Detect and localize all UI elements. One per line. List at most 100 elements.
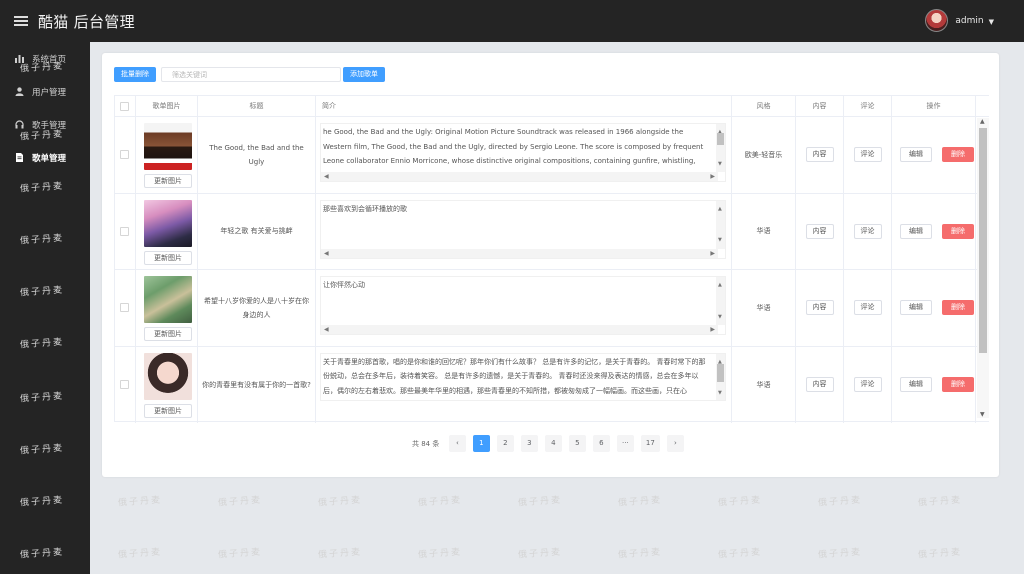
row-checkbox[interactable] bbox=[120, 226, 129, 236]
edit-button[interactable]: 编辑 bbox=[900, 147, 932, 162]
edit-button[interactable]: 编辑 bbox=[900, 223, 932, 239]
intro-horizontal-scrollbar[interactable]: ◀ ▶ bbox=[321, 325, 718, 334]
update-image-button[interactable]: 更新图片 bbox=[144, 327, 192, 341]
intro-vertical-scrollbar[interactable]: ▲ ▼ bbox=[716, 277, 725, 325]
page-button[interactable]: 5 bbox=[568, 435, 586, 452]
update-image-button[interactable]: 更新图片 bbox=[144, 250, 192, 265]
batch-delete-button[interactable]: 批量删除 bbox=[114, 67, 156, 82]
content-button[interactable]: 内容 bbox=[805, 147, 834, 162]
sidebar: 系统首页 用户管理 歌手管理 歌单管理 bbox=[0, 42, 90, 574]
playlist-title: 年轻之歌 有关爱与挑衅 bbox=[220, 227, 293, 236]
intro-horizontal-scrollbar[interactable]: ◀ ▶ bbox=[321, 248, 718, 258]
username[interactable]: admin bbox=[955, 16, 983, 26]
intro-vertical-scrollbar[interactable]: ▲ ▼ bbox=[716, 124, 725, 172]
intro-cell: 那些喜欢到会循环播放的歌 ▲ ▼ ◀ ▶ bbox=[316, 193, 732, 269]
edit-button[interactable]: 编辑 bbox=[900, 376, 932, 392]
comment-button[interactable]: 评论 bbox=[853, 300, 882, 315]
edit-button[interactable]: 编辑 bbox=[900, 300, 932, 315]
sidebar-item-users[interactable]: 用户管理 bbox=[0, 75, 90, 108]
comment-button[interactable]: 评论 bbox=[853, 147, 882, 162]
scrollbar-thumb[interactable] bbox=[979, 128, 987, 353]
scroll-up-icon[interactable]: ▲ bbox=[980, 118, 985, 125]
intro-vertical-scrollbar[interactable]: ▲ ▼ bbox=[716, 353, 725, 400]
scroll-down-icon[interactable]: ▼ bbox=[980, 411, 985, 418]
intro-vertical-scrollbar[interactable]: ▲ ▼ bbox=[716, 200, 725, 249]
intro-textarea[interactable]: 那些喜欢到会循环播放的歌 ▲ ▼ ◀ ▶ bbox=[320, 199, 726, 259]
playlist-cover-image bbox=[144, 276, 192, 323]
comment-cell: 评论 bbox=[844, 346, 892, 423]
intro-textarea[interactable]: 关于青春里的那首歌，唱的是你和谁的回忆呢？那年你们有什么故事？ 总是有许多的记忆… bbox=[320, 352, 726, 401]
comment-button[interactable]: 评论 bbox=[853, 223, 882, 239]
intro-text: 那些喜欢到会循环播放的歌 bbox=[323, 204, 407, 213]
intro-cell: 让你怦然心动 ▲ ▼ ◀ ▶ bbox=[316, 270, 732, 346]
page-button[interactable]: 6 bbox=[592, 435, 610, 452]
row-checkbox[interactable] bbox=[120, 150, 129, 159]
row-checkbox[interactable] bbox=[120, 379, 129, 389]
user-menu[interactable]: admin ▼ bbox=[925, 9, 994, 32]
image-cell: 更新图片 bbox=[136, 346, 198, 423]
add-playlist-button[interactable]: 添加歌单 bbox=[343, 67, 385, 82]
title-cell: 年轻之歌 有关爱与挑衅 bbox=[198, 193, 316, 269]
header-gutter bbox=[976, 96, 989, 117]
sidebar-item-dashboard[interactable]: 系统首页 bbox=[0, 42, 90, 75]
playlist-title: 你的青春里有没有属于你的一首歌? bbox=[202, 380, 311, 389]
header-intro: 简介 bbox=[316, 96, 732, 117]
next-page-button[interactable]: › bbox=[666, 435, 684, 452]
caret-down-icon[interactable]: ▼ bbox=[989, 18, 994, 26]
playlist-cover-image bbox=[144, 123, 192, 170]
header-select-all[interactable] bbox=[115, 96, 136, 117]
user-icon bbox=[15, 87, 24, 96]
content-button[interactable]: 内容 bbox=[805, 376, 834, 392]
image-cell: 更新图片 bbox=[136, 270, 198, 346]
prev-page-button[interactable]: ‹ bbox=[448, 435, 466, 452]
title-cell: 希望十八岁你爱的人是八十岁在你身边的人 bbox=[198, 270, 316, 346]
content-cell: 内容 bbox=[796, 270, 844, 346]
page-button[interactable]: 2 bbox=[496, 435, 514, 452]
content-button[interactable]: 内容 bbox=[805, 223, 834, 239]
sidebar-item-label: 歌手管理 bbox=[32, 120, 67, 131]
update-image-button[interactable]: 更新图片 bbox=[144, 174, 192, 188]
style-cell: 华语 bbox=[732, 193, 796, 269]
playlist-cover-image bbox=[144, 199, 192, 247]
delete-button[interactable]: 删除 bbox=[942, 376, 974, 392]
search-input[interactable] bbox=[161, 67, 341, 82]
table-vertical-scrollbar[interactable]: ▲ ▼ bbox=[977, 118, 989, 418]
header-content: 内容 bbox=[796, 96, 844, 117]
update-image-button[interactable]: 更新图片 bbox=[144, 403, 192, 418]
delete-button[interactable]: 删除 bbox=[942, 223, 974, 239]
page-button[interactable]: 3 bbox=[520, 435, 538, 452]
header-image: 歌单图片 bbox=[136, 96, 198, 117]
content-button[interactable]: 内容 bbox=[805, 300, 834, 315]
select-all-checkbox[interactable] bbox=[120, 102, 129, 111]
delete-button[interactable]: 删除 bbox=[942, 147, 974, 162]
intro-textarea[interactable]: 让你怦然心动 ▲ ▼ ◀ ▶ bbox=[320, 276, 726, 335]
document-icon bbox=[15, 153, 24, 162]
page-button[interactable]: 17 bbox=[640, 435, 660, 452]
delete-button[interactable]: 删除 bbox=[942, 300, 974, 315]
sidebar-item-label: 歌单管理 bbox=[32, 153, 67, 164]
intro-text: 让你怦然心动 bbox=[323, 281, 365, 289]
content-cell: 内容 bbox=[796, 117, 844, 193]
intro-textarea[interactable]: he Good, the Bad and the Ugly: Original … bbox=[320, 123, 726, 182]
header-title: 标题 bbox=[198, 96, 316, 117]
playlist-style: 欧美-轻音乐 bbox=[744, 150, 783, 159]
top-bar: 酷猫 后台管理 admin ▼ bbox=[0, 0, 1024, 42]
sidebar-item-singers[interactable]: 歌手管理 bbox=[0, 108, 90, 141]
image-cell: 更新图片 bbox=[136, 117, 198, 193]
more-pages-button[interactable]: ··· bbox=[616, 435, 634, 452]
avatar[interactable] bbox=[925, 9, 949, 32]
intro-cell: he Good, the Bad and the Ugly: Original … bbox=[316, 117, 732, 193]
page-button[interactable]: 4 bbox=[544, 435, 562, 452]
style-cell: 华语 bbox=[732, 270, 796, 346]
row-checkbox[interactable] bbox=[120, 303, 129, 312]
intro-horizontal-scrollbar[interactable]: ◀ ▶ bbox=[321, 172, 718, 181]
style-cell: 欧美-轻音乐 bbox=[732, 117, 796, 193]
sidebar-item-playlists[interactable]: 歌单管理 bbox=[0, 141, 90, 174]
comment-cell: 评论 bbox=[844, 270, 892, 346]
comment-button[interactable]: 评论 bbox=[853, 376, 882, 392]
ops-cell: 编辑 删除 bbox=[892, 193, 976, 269]
row-select-cell bbox=[115, 117, 136, 193]
page-button[interactable]: 1 bbox=[472, 435, 490, 452]
hamburger-menu-icon[interactable] bbox=[14, 16, 28, 26]
header-comment: 评论 bbox=[844, 96, 892, 117]
